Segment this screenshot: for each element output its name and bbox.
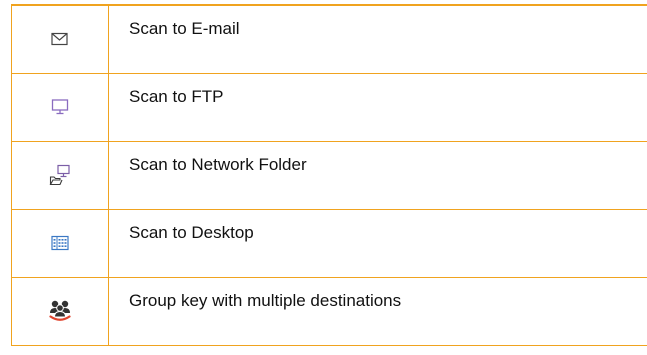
- icon-cell: [11, 72, 109, 142]
- icon-cell: [11, 276, 109, 346]
- destination-type-table: Scan to E-mail Scan to FTP Scan to Netwo…: [11, 4, 647, 346]
- table-row: Scan to E-mail: [11, 4, 647, 74]
- desktop-grid-icon: [51, 235, 69, 251]
- icon-cell: [11, 4, 109, 74]
- envelope-icon: [51, 32, 69, 46]
- table-row: Scan to FTP: [11, 72, 647, 142]
- group-users-icon: [47, 299, 73, 323]
- destination-label: Scan to Desktop: [108, 208, 647, 278]
- table-row: Group key with multiple destinations: [11, 276, 647, 346]
- monitor-icon: [51, 98, 69, 116]
- destination-label: Scan to E-mail: [108, 4, 647, 74]
- destination-label: Scan to Network Folder: [108, 140, 647, 210]
- network-folder-icon: [49, 164, 71, 186]
- destination-label: Scan to FTP: [108, 72, 647, 142]
- table-row: Scan to Desktop: [11, 208, 647, 278]
- table-row: Scan to Network Folder: [11, 140, 647, 210]
- icon-cell: [11, 208, 109, 278]
- icon-cell: [11, 140, 109, 210]
- destination-label: Group key with multiple destinations: [108, 276, 647, 346]
